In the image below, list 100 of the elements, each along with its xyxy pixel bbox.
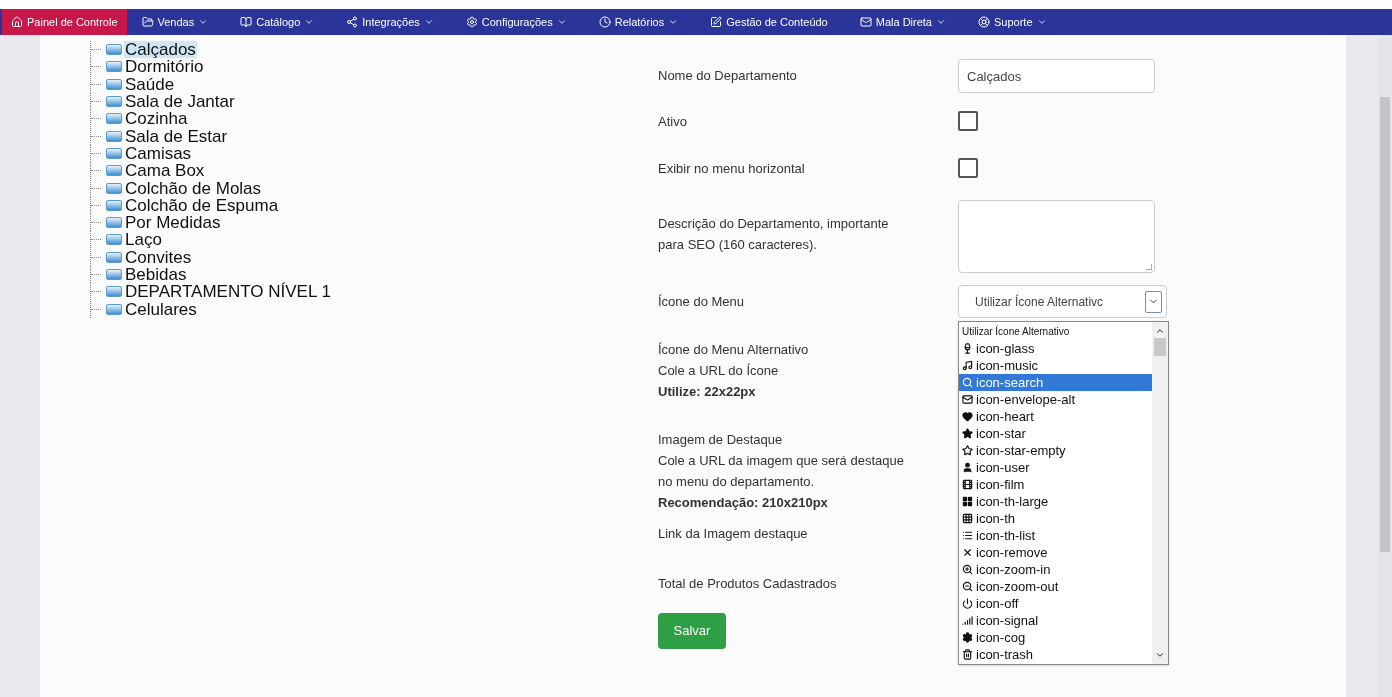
dropdown-option[interactable]: icon-th-large	[959, 493, 1152, 510]
page-scrollbar[interactable]	[1378, 35, 1392, 697]
tree-item[interactable]: Colchão de Molas	[124, 179, 263, 197]
tree-item[interactable]: Cama Box	[124, 162, 206, 180]
user-icon	[962, 462, 973, 473]
film-icon	[962, 479, 973, 490]
field-label: Nome do Departamento	[658, 67, 798, 85]
dropdown-option[interactable]: icon-search	[959, 374, 1152, 391]
checkbox[interactable]	[958, 111, 978, 131]
dropdown-option[interactable]: icon-cog	[959, 629, 1152, 646]
home-icon	[11, 16, 23, 28]
field-help-text: Recomendação: 210x210px	[658, 494, 829, 512]
dropdown-option[interactable]: icon-star-empty	[959, 442, 1152, 459]
field-help-text: Imagem de Destaque	[658, 431, 784, 449]
dropdown-option[interactable]: icon-music	[959, 357, 1152, 374]
dropdown-option[interactable]: icon-heart	[959, 408, 1152, 425]
dropdown-option[interactable]: icon-trash	[959, 646, 1152, 663]
music-note-icon	[962, 360, 973, 371]
field-label: Link da Imagem destaque	[658, 525, 809, 543]
tree-item[interactable]: DEPARTAMENTO NÍVEL 1	[124, 283, 332, 301]
folder-icon	[106, 96, 122, 108]
folder-icon	[106, 182, 122, 194]
tree-item[interactable]: Saúde	[124, 75, 176, 93]
scrollbar-thumb[interactable]	[1154, 338, 1166, 356]
folder-icon	[106, 165, 122, 177]
dropdown-option[interactable]: icon-star	[959, 425, 1152, 442]
scroll-up-icon[interactable]	[1155, 326, 1165, 336]
tree-item[interactable]: Bebidas	[124, 266, 188, 283]
nav-item[interactable]: Relatórios	[589, 9, 688, 35]
icon-select[interactable]: Utilizar Ícone Alternativc	[958, 285, 1167, 318]
dropdown-option[interactable]: icon-film	[959, 476, 1152, 493]
folder-icon	[106, 269, 122, 280]
dropdown-caret-icon	[1145, 290, 1162, 313]
tree-item[interactable]: Colchão de Espuma	[124, 196, 280, 214]
tree-item[interactable]: Laço	[124, 231, 163, 249]
dropdown-option[interactable]: icon-th-list	[959, 527, 1152, 544]
nav-item[interactable]: Mala Direta	[850, 9, 955, 35]
tree-item[interactable]: Camisas	[124, 144, 193, 162]
tree-item[interactable]: Calçados	[124, 41, 197, 59]
field-label: Exibir no menu horizontal	[658, 160, 806, 178]
field-help-text: Ícone do Menu Alternativo	[658, 341, 810, 359]
tree-item[interactable]: Celulares	[124, 300, 198, 318]
folder-icon	[106, 303, 122, 315]
nav-item[interactable]: Vendas	[132, 9, 218, 35]
tree-item[interactable]: Cozinha	[124, 110, 189, 128]
zoom-in-icon	[962, 564, 973, 575]
envelope-icon	[962, 394, 973, 405]
tree-item[interactable]: Por Medidas	[124, 214, 222, 232]
dropdown-option[interactable]: icon-remove	[959, 544, 1152, 561]
scrollbar[interactable]	[1152, 322, 1168, 664]
nav-item[interactable]: Configurações	[456, 9, 576, 35]
tree-item[interactable]: Convites	[124, 248, 193, 266]
description-textarea[interactable]	[958, 200, 1155, 273]
dropdown-option[interactable]: Utilizar Ícone Alternativo	[959, 323, 1152, 340]
list-icon	[962, 530, 973, 541]
nav-item[interactable]: Suporte	[969, 9, 1056, 35]
settings-icon	[962, 632, 973, 643]
nav-item[interactable]: Catálogo	[231, 9, 324, 35]
dropdown-option[interactable]: icon-signal	[959, 612, 1152, 629]
dropdown-option[interactable]: icon-zoom-out	[959, 578, 1152, 595]
caret-icon	[668, 17, 679, 27]
dropdown-option[interactable]: icon-glass	[959, 340, 1152, 357]
folder-icon	[106, 44, 122, 56]
dropdown-option[interactable]: icon-zoom-in	[959, 561, 1152, 578]
folder-icon	[106, 217, 122, 229]
star-outline-icon	[962, 445, 973, 456]
clock-icon	[598, 16, 611, 28]
caret-icon	[936, 17, 946, 27]
nav-item[interactable]: Gestão de Conteúdo	[701, 9, 837, 35]
dropdown-option[interactable]: icon-off	[959, 595, 1152, 612]
scrollbar-thumb[interactable]	[1380, 97, 1390, 552]
book-icon	[240, 16, 253, 28]
heart-icon	[962, 411, 973, 422]
nav-item[interactable]: Integrações	[337, 9, 443, 35]
star-icon	[962, 428, 973, 439]
field-help-text: Cole a URL da imagem que será destaque	[658, 452, 905, 470]
name-input[interactable]: Calçados	[958, 59, 1155, 93]
checkbox[interactable]	[958, 158, 978, 178]
field-help-text: no menu do departamento.	[658, 473, 816, 491]
scroll-down-icon[interactable]	[1155, 650, 1165, 660]
nav-item[interactable]: Painel de Controle	[2, 9, 127, 35]
caret-icon	[304, 17, 315, 27]
tree-item[interactable]: Sala de Jantar	[124, 93, 236, 111]
trash-icon	[962, 649, 973, 660]
caret-icon	[1036, 17, 1047, 27]
tree-item[interactable]: Sala de Estar	[124, 127, 229, 145]
field-label: para SEO (160 caracteres).	[658, 236, 818, 254]
folder-icon	[106, 113, 122, 125]
field-label: Descrição do Departamento, importante	[658, 215, 890, 233]
power-icon	[962, 598, 973, 609]
folder-icon	[106, 251, 122, 263]
field-label: Total de Produtos Cadastrados	[658, 575, 838, 593]
dropdown-option[interactable]: icon-envelope-alt	[959, 391, 1152, 408]
field-help-text: Cole a URL do Ícone	[658, 362, 780, 380]
dropdown-option[interactable]: icon-th	[959, 510, 1152, 527]
dropdown-option[interactable]: icon-user	[959, 459, 1152, 476]
signal-icon	[962, 615, 973, 626]
folder-icon	[106, 130, 122, 142]
search-icon	[962, 377, 973, 388]
tree-item[interactable]: Dormitório	[124, 58, 205, 76]
